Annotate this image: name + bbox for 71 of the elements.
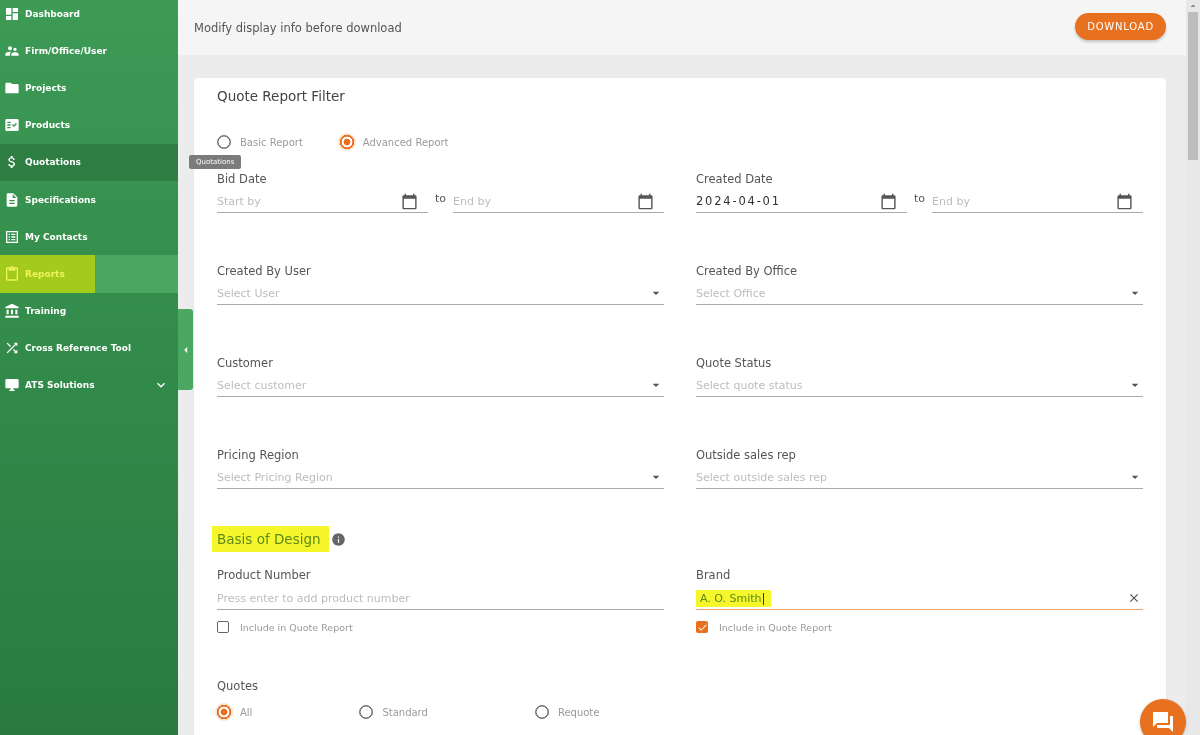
text-field[interactable]: Press enter to add product number [217, 587, 664, 610]
select-field[interactable]: Select outside sales rep [696, 466, 1143, 489]
range-separator: to [914, 191, 926, 207]
select-field[interactable]: Select quote status [696, 374, 1143, 397]
sidebar-item[interactable]: Products [0, 106, 178, 144]
monitor-icon [4, 377, 20, 394]
date-field[interactable]: End by [453, 190, 664, 213]
document-icon [4, 191, 20, 208]
text-field[interactable]: A. O. Smith [696, 587, 1143, 610]
header-subtitle: Modify display info before download [194, 20, 402, 35]
chat-icon [1151, 710, 1175, 734]
sidebar-item[interactable]: Cross Reference Tool [0, 329, 178, 367]
sidebar-item[interactable]: Projects [0, 69, 178, 107]
info-icon[interactable] [330, 531, 346, 547]
field-label: Brand [696, 567, 732, 583]
close-icon[interactable] [1127, 591, 1141, 605]
checklist-icon [4, 117, 20, 134]
field-label: Outside sales rep [696, 447, 797, 463]
select-field[interactable]: Select customer [217, 374, 664, 397]
select-field[interactable]: Select User [217, 282, 664, 305]
dashboard-icon [4, 5, 20, 22]
checkbox-label[interactable]: Include in Quote Report [719, 621, 832, 633]
calendar-icon[interactable] [401, 192, 418, 210]
calendar-icon[interactable] [1116, 192, 1133, 210]
sidebar-item[interactable]: Specifications [0, 180, 178, 219]
select-field[interactable]: Select Pricing Region [217, 466, 664, 489]
field-label: Quote Status [696, 355, 773, 371]
date-field[interactable]: Start by [217, 190, 428, 213]
radio-button[interactable] [534, 705, 549, 719]
scrollbar[interactable] [1186, 0, 1200, 735]
date-field[interactable]: 2024-04-01 [696, 190, 907, 213]
sidebar-item[interactable]: Training [0, 292, 178, 330]
radio-label[interactable]: Requote [557, 706, 600, 718]
sidebar-item[interactable]: Quotations [0, 143, 178, 181]
radio-label[interactable]: Basic Report [240, 136, 303, 148]
sidebar-item[interactable]: Firm/Office/User [0, 32, 178, 70]
field-label: Created By User [217, 263, 312, 279]
radio-label[interactable]: Advanced Report [362, 136, 449, 148]
field-label: Customer [217, 355, 274, 371]
select-field[interactable]: Select Office [696, 282, 1143, 305]
field-label: Product Number [217, 567, 312, 583]
date-field[interactable]: End by [932, 190, 1143, 213]
checkbox[interactable] [696, 621, 708, 633]
collapse-handle[interactable] [178, 309, 193, 390]
radio-button[interactable] [215, 703, 233, 721]
card-title: Quote Report Filter [217, 87, 346, 106]
scrollbar-thumb[interactable] [1188, 12, 1198, 160]
sidebar-item[interactable]: Reports [0, 255, 178, 293]
radio-button[interactable] [217, 135, 231, 149]
clipboard-icon [4, 265, 20, 282]
field-label: Created By Office [696, 263, 799, 279]
section-heading: Basis of Design [212, 526, 329, 552]
calendar-icon[interactable] [637, 192, 654, 210]
checkbox-label[interactable]: Include in Quote Report [240, 621, 353, 633]
field-label: Pricing Region [217, 447, 300, 463]
radio-button[interactable] [337, 133, 356, 151]
range-separator: to [435, 191, 447, 207]
radio-label[interactable]: All [240, 706, 253, 718]
sidebar-item[interactable]: ATS Solutions [0, 366, 178, 405]
radio-button[interactable] [359, 705, 374, 719]
sidebar-item[interactable]: Dashboard [0, 0, 178, 33]
field-label: Quotes [217, 678, 259, 694]
sidebar-item[interactable]: My Contacts [0, 218, 178, 256]
calendar-icon[interactable] [880, 192, 897, 210]
field-label: Created Date [696, 171, 774, 187]
building-icon [4, 303, 20, 320]
checkbox[interactable] [217, 621, 229, 633]
list-icon [4, 228, 20, 245]
download-button[interactable]: DOWNLOAD [1075, 12, 1166, 40]
radio-label[interactable]: Standard [382, 706, 428, 718]
field-label: Bid Date [217, 171, 268, 187]
